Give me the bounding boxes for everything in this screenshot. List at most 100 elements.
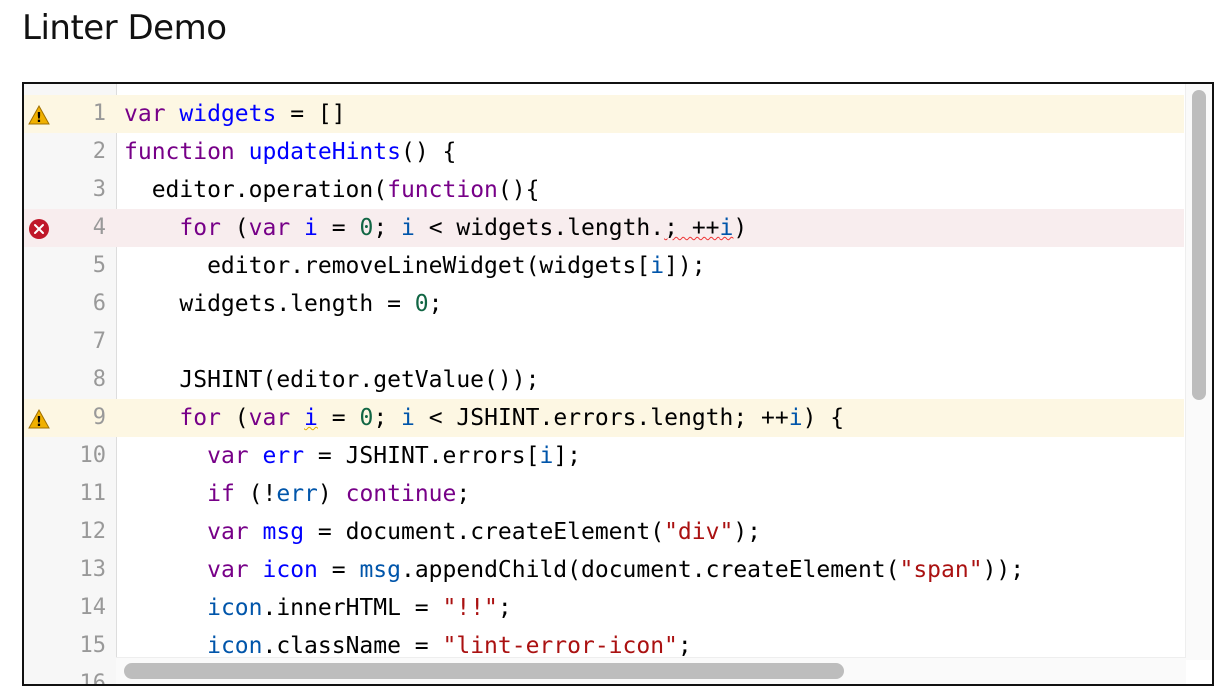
code-token: var xyxy=(124,101,166,127)
code-token: for xyxy=(179,405,221,431)
code-token: var xyxy=(207,443,249,469)
vertical-scrollbar[interactable] xyxy=(1185,84,1212,660)
code-line[interactable]: 7 xyxy=(24,323,1184,361)
code-line[interactable]: 2 function updateHints() { xyxy=(24,133,1184,171)
code-token: "!!" xyxy=(442,595,498,621)
code-lines[interactable]: ! 1 var widgets = [] 2 function updateHints(… xyxy=(24,95,1184,684)
code-token: ( xyxy=(220,405,249,431)
code-line[interactable]: 10 var err = JSHINT.errors[i]; xyxy=(24,437,1184,475)
code-token: 0 xyxy=(359,215,374,241)
code-token: i xyxy=(401,215,415,241)
code-line[interactable]: 11 if (!err) continue; xyxy=(24,475,1184,513)
code-token: "span" xyxy=(899,557,983,583)
code-token: function xyxy=(387,177,498,203)
code-line[interactable]: 14 icon.innerHTML = "!!"; xyxy=(24,589,1184,627)
code-token: "lint-error-icon" xyxy=(442,633,678,659)
code-token: = document.createElement( xyxy=(304,519,665,545)
line-number: 15 xyxy=(79,633,107,658)
line-number: 3 xyxy=(92,177,106,202)
line-number: 14 xyxy=(79,595,107,620)
line-number: 6 xyxy=(92,291,106,316)
line-code: for (var i = 0; i < widgets.length.; ++i… xyxy=(124,209,747,247)
code-line[interactable]: ! 9 for (var i = 0; i < JSHINT.errors.len… xyxy=(24,399,1184,437)
code-token: () { xyxy=(400,139,457,165)
code-token: icon xyxy=(262,557,318,583)
code-token: icon xyxy=(207,633,263,659)
code-token: i xyxy=(788,405,803,431)
code-token: = xyxy=(317,557,360,583)
code-token: i xyxy=(304,215,318,241)
warning-icon[interactable]: ! xyxy=(28,104,50,126)
code-line[interactable]: ! 1 var widgets = [] xyxy=(24,95,1184,133)
code-token: ; xyxy=(428,291,443,317)
code-token: ]); xyxy=(664,253,706,279)
line-code: var icon = msg.appendChild(document.crea… xyxy=(124,551,1024,589)
line-number: 9 xyxy=(92,405,106,430)
code-token: var xyxy=(207,557,249,583)
horizontal-scrollbar-thumb[interactable] xyxy=(124,663,844,679)
code-line[interactable]: 8 JSHINT(editor.getValue()); xyxy=(24,361,1184,399)
code-token: var xyxy=(248,405,291,431)
code-token: = xyxy=(317,405,360,431)
code-line[interactable]: 13 var icon = msg.appendChild(document.c… xyxy=(24,551,1184,589)
line-code: JSHINT(editor.getValue()); xyxy=(124,361,539,399)
code-token: < widgets.length. xyxy=(414,215,665,241)
code-line[interactable]: 5 editor.removeLineWidget(widgets[i]); xyxy=(24,247,1184,285)
line-number: 11 xyxy=(79,481,107,506)
code-line[interactable]: 12 var msg = document.createElement("div… xyxy=(24,513,1184,551)
code-token: err xyxy=(262,443,305,469)
line-code: if (!err) continue; xyxy=(124,475,470,513)
code-token: icon xyxy=(207,595,263,621)
line-number: 13 xyxy=(79,557,107,582)
line-code: editor.removeLineWidget(widgets[i]); xyxy=(124,247,706,285)
code-token: 0 xyxy=(414,291,429,317)
line-code: icon.innerHTML = "!!"; xyxy=(124,589,512,627)
code-token: i xyxy=(401,405,415,431)
line-code: for (var i = 0; i < JSHINT.errors.length… xyxy=(124,399,844,437)
horizontal-scrollbar[interactable] xyxy=(116,657,1186,684)
page-title: Linter Demo xyxy=(22,8,227,48)
code-token: widgets.length = xyxy=(124,291,415,317)
line-number: 10 xyxy=(79,443,107,468)
code-token: ; xyxy=(497,595,512,621)
line-number: 5 xyxy=(92,253,106,278)
code-token: i xyxy=(304,405,318,431)
code-token: var xyxy=(207,519,249,545)
vertical-scrollbar-thumb[interactable] xyxy=(1192,90,1206,400)
line-number: 4 xyxy=(92,215,106,240)
code-token: ; ++ xyxy=(664,215,720,241)
error-icon[interactable] xyxy=(28,218,50,240)
line-code: var msg = document.createElement("div"); xyxy=(124,513,761,551)
code-token: .className = xyxy=(262,633,443,659)
code-token: = JSHINT.errors[ xyxy=(304,443,540,469)
code-token: 0 xyxy=(359,405,374,431)
line-number: 7 xyxy=(92,329,106,354)
code-token: msg xyxy=(262,519,305,545)
code-token: ; xyxy=(373,405,402,431)
code-token: continue xyxy=(345,481,457,507)
code-token: widgets xyxy=(179,101,277,127)
warning-icon[interactable]: ! xyxy=(28,408,50,430)
code-token: = xyxy=(317,215,360,241)
line-number: 1 xyxy=(92,101,106,126)
code-line[interactable]: 3 editor.operation(function(){ xyxy=(24,171,1184,209)
code-line[interactable]: 6 widgets.length = 0; xyxy=(24,285,1184,323)
code-token: ]; xyxy=(553,443,582,469)
code-token: var xyxy=(248,215,291,241)
code-token: ); xyxy=(733,519,762,545)
line-code: editor.operation(function(){ xyxy=(124,171,540,209)
code-token: i xyxy=(650,253,665,279)
code-line[interactable]: 4 for (var i = 0; i < widgets.length.; +… xyxy=(24,209,1184,247)
code-editor[interactable]: ! 1 var widgets = [] 2 function updateHints(… xyxy=(22,82,1214,686)
code-token: ; xyxy=(373,215,402,241)
